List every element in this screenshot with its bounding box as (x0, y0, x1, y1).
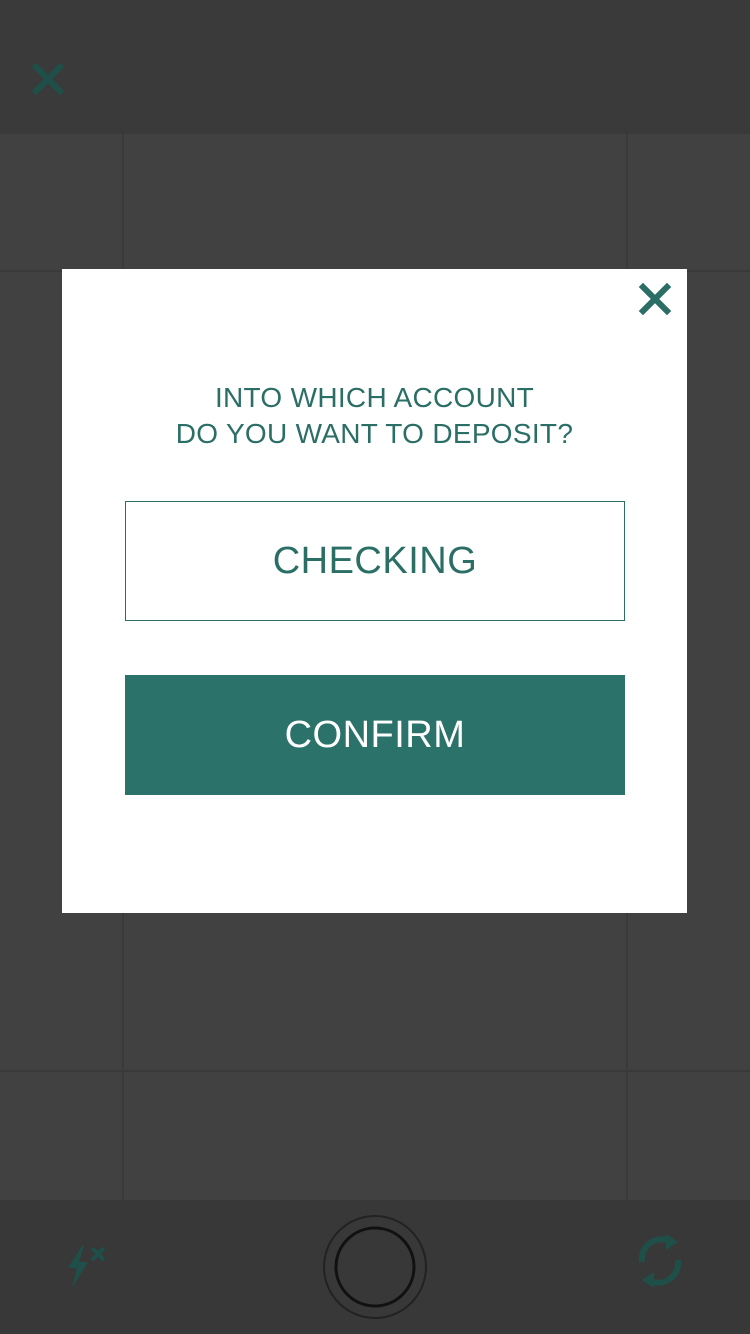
confirm-button[interactable]: CONFIRM (125, 675, 625, 795)
account-select-button[interactable]: CHECKING (125, 501, 625, 621)
dialog-title-line: DO YOU WANT TO DEPOSIT? (175, 418, 574, 449)
deposit-account-dialog: INTO WHICH ACCOUNT DO YOU WANT TO DEPOSI… (62, 269, 687, 913)
confirm-button-label: CONFIRM (284, 713, 466, 756)
close-icon[interactable] (637, 281, 673, 317)
dialog-title: INTO WHICH ACCOUNT DO YOU WANT TO DEPOSI… (62, 380, 687, 452)
account-select-label: CHECKING (272, 539, 478, 582)
dialog-title-line: INTO WHICH ACCOUNT (214, 382, 535, 413)
